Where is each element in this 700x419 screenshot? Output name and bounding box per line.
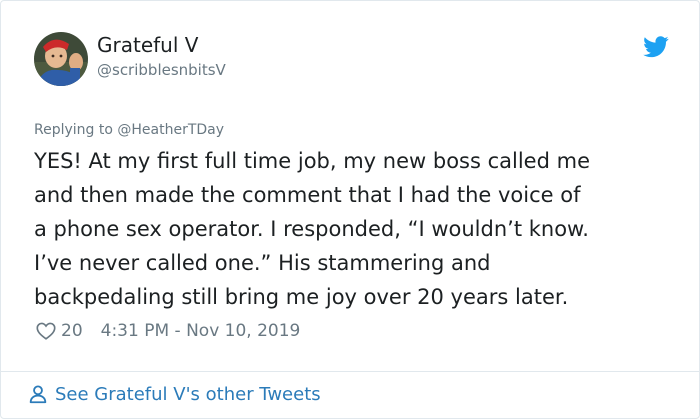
avatar[interactable] xyxy=(34,32,88,86)
see-other-tweets-link[interactable]: See Grateful V's other Tweets xyxy=(27,381,321,407)
embedded-tweet-card: Grateful V @scribblesnbitsV Replying to … xyxy=(0,0,700,419)
tweet-text-line: and then made the comment that I had the… xyxy=(34,183,581,207)
tweet-text: YES! At my first full time job, my new b… xyxy=(34,144,684,314)
reply-prefix: Replying to xyxy=(34,122,118,138)
person-icon xyxy=(27,383,49,405)
twitter-bird-icon[interactable] xyxy=(643,36,669,58)
like-count[interactable]: 20 xyxy=(61,321,83,341)
tweet-meta: 20 4:31 PM - Nov 10, 2019 xyxy=(35,319,300,343)
heart-icon[interactable] xyxy=(35,320,57,342)
tweet-text-line: a phone sex operator. I responded, “I wo… xyxy=(34,217,589,241)
tweet-text-line: I’ve never called one.” His stammering a… xyxy=(34,251,491,275)
author-handle[interactable]: @scribblesnbitsV xyxy=(97,60,226,80)
author-name[interactable]: Grateful V xyxy=(97,32,198,58)
footer-divider xyxy=(1,371,699,372)
see-other-tweets-label[interactable]: See Grateful V's other Tweets xyxy=(55,384,321,405)
reply-context: Replying to @HeatherTDay xyxy=(34,120,224,140)
tweet-text-line: YES! At my first full time job, my new b… xyxy=(34,149,590,173)
tweet-text-line: backpedaling still bring me joy over 20 … xyxy=(34,285,569,309)
tweet-timestamp[interactable]: 4:31 PM - Nov 10, 2019 xyxy=(101,321,301,341)
reply-handle-link[interactable]: @HeatherTDay xyxy=(117,122,224,138)
